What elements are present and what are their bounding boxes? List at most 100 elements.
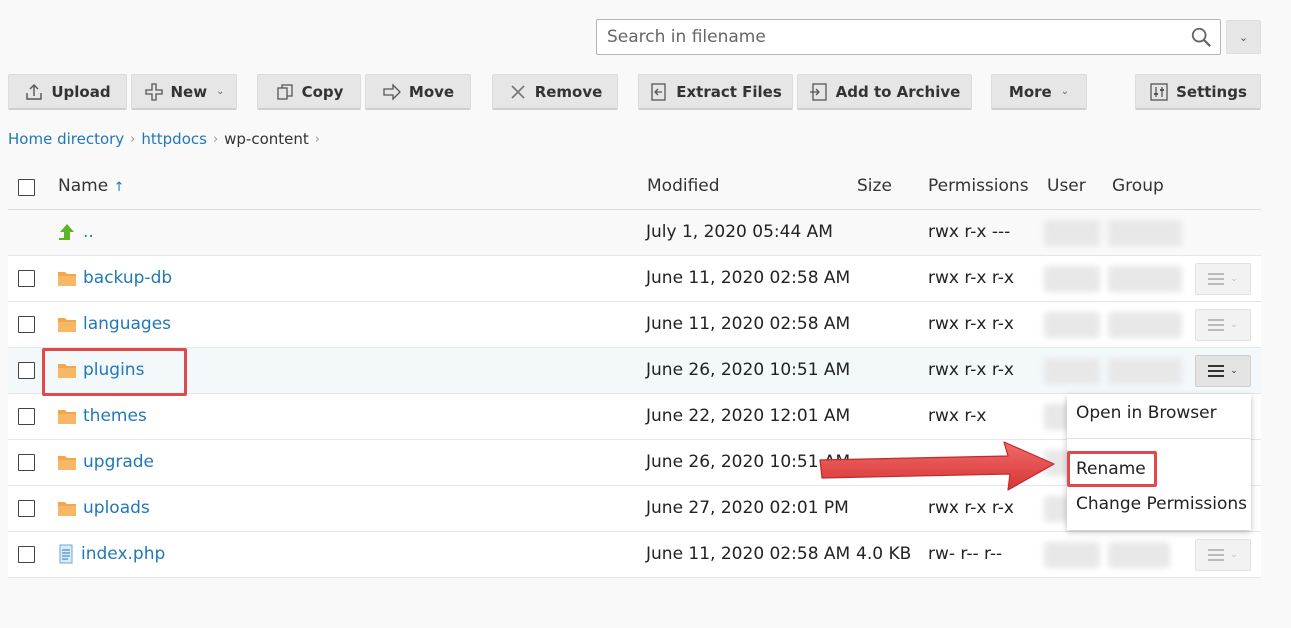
breadcrumb-httpdocs[interactable]: httpdocs (141, 130, 207, 148)
menu-item-change-permissions[interactable]: Change Permissions (1076, 494, 1247, 514)
chevron-down-icon: ⌄ (1230, 550, 1238, 560)
row-actions-button[interactable]: ⌄ (1195, 309, 1251, 341)
table-header: Name ↑ Modified Size Permissions User Gr… (8, 164, 1261, 210)
group-cell-redacted (1108, 312, 1182, 338)
table-row[interactable]: .. July 1, 2020 05:44 AM rwx r-x --- (8, 210, 1261, 256)
parent-directory-link[interactable]: .. (83, 222, 94, 242)
table-row[interactable]: index.php June 11, 2020 02:58 AM 4.0 KB … (8, 532, 1261, 578)
move-label: Move (408, 82, 455, 101)
row-actions-menu: Open in Browser Rename Change Permission… (1067, 394, 1251, 530)
arrow-up-icon (59, 224, 74, 240)
select-all-checkbox[interactable] (18, 179, 35, 196)
file-name-link[interactable]: upgrade (83, 452, 154, 472)
row-checkbox[interactable] (18, 454, 35, 471)
menu-icon (1208, 273, 1225, 285)
permissions-cell: rwx r-x r-x (928, 498, 1014, 518)
extract-files-label: Extract Files (676, 82, 782, 101)
folder-icon (58, 456, 76, 470)
chevron-right-icon: › (130, 131, 136, 147)
folder-icon (58, 364, 76, 378)
column-modified[interactable]: Modified (647, 176, 720, 196)
chevron-down-icon: ⌄ (1238, 30, 1249, 44)
file-name-cell: backup-db (57, 268, 172, 288)
row-checkbox[interactable] (18, 362, 35, 379)
modified-cell: June 22, 2020 12:01 AM (646, 406, 851, 426)
row-actions-button[interactable]: ⌄ (1195, 263, 1251, 295)
arrow-right-icon (383, 82, 401, 101)
chevron-right-icon: › (212, 131, 219, 147)
folder-icon (58, 410, 76, 424)
menu-divider (1067, 438, 1251, 439)
search-icon[interactable] (1190, 26, 1212, 48)
row-checkbox[interactable] (18, 270, 35, 287)
column-permissions[interactable]: Permissions (928, 176, 1029, 196)
more-button[interactable]: More ⌄ (991, 74, 1087, 110)
row-checkbox[interactable] (18, 500, 35, 517)
new-button[interactable]: New ⌄ (131, 74, 237, 110)
file-name-cell: uploads (57, 498, 150, 518)
user-cell-redacted (1044, 312, 1100, 338)
breadcrumb-current: wp-content (224, 130, 309, 148)
column-size[interactable]: Size (857, 176, 892, 196)
modified-cell: June 26, 2020 10:51 AM (646, 360, 851, 380)
archive-icon (809, 82, 827, 101)
column-group[interactable]: Group (1112, 176, 1164, 196)
php-file-icon (59, 544, 73, 564)
modified-cell: June 27, 2020 02:01 PM (646, 498, 849, 518)
search-box[interactable] (596, 19, 1221, 55)
modified-cell: June 11, 2020 02:58 AM (646, 544, 851, 564)
user-cell-redacted (1044, 542, 1100, 568)
upload-icon (26, 83, 43, 100)
menu-icon (1208, 319, 1225, 331)
file-name-cell: .. (57, 222, 94, 242)
search-options-button[interactable]: ⌄ (1226, 20, 1261, 54)
breadcrumb-home[interactable]: Home directory (8, 130, 124, 148)
group-cell-redacted (1108, 358, 1182, 384)
size-cell: 4.0 KB (856, 544, 912, 564)
plus-icon (144, 82, 163, 101)
menu-item-rename[interactable]: Rename (1076, 459, 1146, 479)
settings-button[interactable]: Settings (1135, 74, 1261, 110)
file-name-link[interactable]: uploads (83, 498, 150, 518)
remove-button[interactable]: Remove (492, 74, 618, 110)
user-cell-redacted (1044, 358, 1100, 384)
file-name-link[interactable]: themes (83, 406, 147, 426)
copy-label: Copy (301, 82, 344, 101)
row-actions-button[interactable]: ⌄ (1195, 539, 1251, 571)
upload-button[interactable]: Upload (8, 74, 127, 110)
row-checkbox[interactable] (18, 316, 35, 333)
modified-cell: July 1, 2020 05:44 AM (646, 222, 833, 242)
file-name-link[interactable]: index.php (81, 544, 165, 564)
user-cell-redacted (1044, 220, 1100, 246)
file-name-link[interactable]: plugins (83, 360, 144, 380)
file-name-cell: languages (57, 314, 171, 334)
copy-icon (276, 83, 293, 100)
menu-icon (1208, 365, 1225, 377)
copy-button[interactable]: Copy (257, 74, 361, 110)
search-input[interactable] (597, 20, 1177, 54)
row-checkbox[interactable] (18, 546, 35, 563)
file-name-link[interactable]: languages (83, 314, 171, 334)
row-actions-button-open[interactable]: ⌄ (1195, 355, 1251, 387)
permissions-cell: rwx r-x r-x (928, 314, 1014, 334)
remove-label: Remove (534, 82, 603, 101)
permissions-cell: rwx r-x (928, 406, 987, 426)
folder-icon (58, 318, 76, 332)
folder-icon (58, 272, 76, 286)
add-to-archive-button[interactable]: Add to Archive (797, 74, 972, 110)
new-label: New (170, 82, 208, 101)
column-name[interactable]: Name ↑ (58, 176, 124, 196)
modified-cell: June 11, 2020 02:58 AM (646, 268, 851, 288)
column-user[interactable]: User (1047, 176, 1086, 196)
user-cell-redacted (1044, 266, 1100, 292)
table-row[interactable]: languages June 11, 2020 02:58 AM rwx r-x… (8, 302, 1261, 348)
extract-files-button[interactable]: Extract Files (638, 74, 793, 110)
table-row-selected[interactable]: plugins June 26, 2020 10:51 AM rwx r-x r… (8, 348, 1261, 394)
file-name-link[interactable]: backup-db (83, 268, 172, 288)
move-button[interactable]: Move (365, 74, 471, 110)
table-row[interactable]: backup-db June 11, 2020 02:58 AM rwx r-x… (8, 256, 1261, 302)
row-checkbox[interactable] (18, 408, 35, 425)
menu-item-open-in-browser[interactable]: Open in Browser (1076, 403, 1217, 423)
group-cell-redacted (1108, 266, 1182, 292)
file-name-cell: plugins (57, 360, 144, 380)
